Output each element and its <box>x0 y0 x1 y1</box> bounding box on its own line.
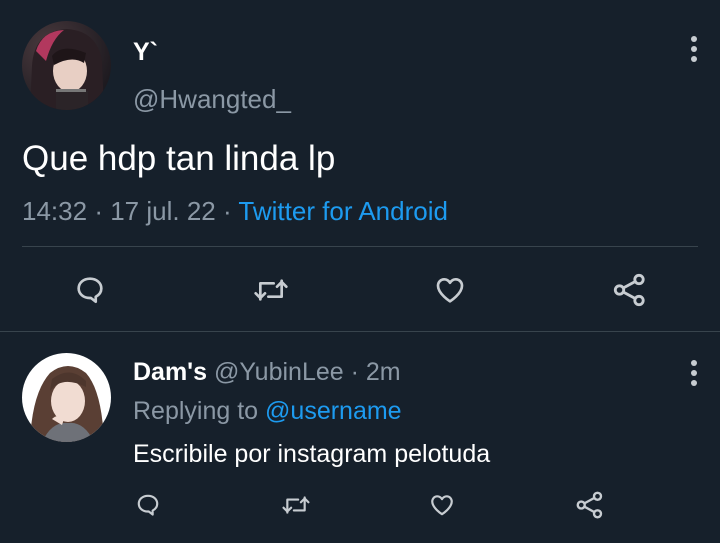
share-icon[interactable] <box>612 272 648 308</box>
reply-icon[interactable] <box>135 492 161 518</box>
replying-to-user-link[interactable]: @username <box>265 397 402 425</box>
retweet-icon[interactable] <box>253 274 289 306</box>
retweet-icon[interactable] <box>281 492 311 518</box>
reply-icon[interactable] <box>74 274 106 306</box>
more-icon[interactable] <box>688 36 700 62</box>
replying-to: Replying to @username <box>133 397 402 426</box>
tweet-meta: 14:32 · 17 jul. 22 · Twitter for Android <box>22 196 448 227</box>
author-display-name[interactable]: Y` <box>133 38 158 67</box>
tweet-text: Que hdp tan linda lp <box>22 139 336 178</box>
tweet-client-link[interactable]: Twitter for Android <box>238 196 448 226</box>
section-divider <box>0 331 720 332</box>
reply-age: 2m <box>365 358 401 386</box>
meta-separator: · <box>222 196 232 226</box>
reply-author-avatar[interactable] <box>22 353 111 442</box>
tweet-time: 14:32 <box>22 196 88 226</box>
author-avatar[interactable] <box>22 21 111 110</box>
reply-display-name[interactable]: Dam's <box>133 358 207 386</box>
author-handle[interactable]: @Hwangted_ <box>133 84 291 115</box>
meta-separator: · <box>94 196 103 226</box>
reply-header: Dam's @YubinLee · 2m <box>133 358 401 387</box>
like-icon[interactable] <box>433 274 467 306</box>
divider <box>22 246 698 247</box>
replying-to-label: Replying to <box>133 397 259 425</box>
reply-handle[interactable]: @YubinLee <box>214 358 344 386</box>
meta-separator: · <box>350 358 359 386</box>
more-icon[interactable] <box>688 360 700 386</box>
reply-text: Escribile por instagram pelotuda <box>133 440 491 468</box>
tweet-date[interactable]: 17 jul. 22 <box>110 196 216 226</box>
share-icon[interactable] <box>575 490 605 520</box>
like-icon[interactable] <box>428 492 456 518</box>
